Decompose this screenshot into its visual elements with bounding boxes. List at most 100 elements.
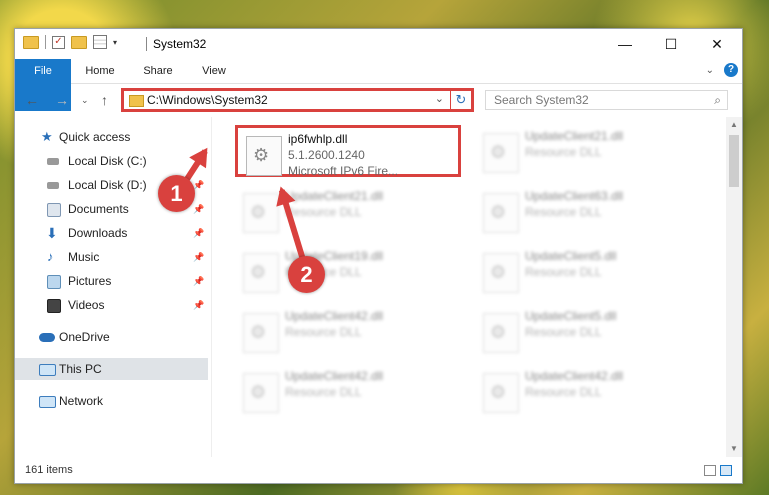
file-item[interactable]: UpdateClient5.dll Resource DLL [475,305,701,357]
sidebar-item-this-pc[interactable]: This PC [15,358,208,380]
customize-toolbar-chevron-icon[interactable]: ▾ [113,38,117,47]
folder-icon[interactable] [23,35,39,49]
file-name: UpdateClient63.dll [525,189,624,203]
ribbon-tabs: File Home Share View ⌄ ? [15,59,742,111]
file-name: ip6fwhlp.dll [288,132,348,146]
search-input[interactable]: Search System32 ⌕ [485,90,728,110]
minimize-button[interactable]: — [602,29,648,59]
vertical-scrollbar[interactable]: ▲ ▼ [726,117,742,457]
sidebar-item-label: Documents [68,202,129,216]
file-type: Resource DLL [525,325,602,339]
sidebar-item-label: Videos [68,298,105,312]
expand-ribbon-chevron-icon[interactable]: ⌄ [706,65,714,76]
title-bar: ✓ ▾ System32 — ☐ ✕ [15,29,742,59]
address-bar[interactable]: C:\Windows\System32 ⌄ ↻ [121,88,474,112]
pin-icon[interactable]: 📌 [193,270,204,292]
pin-icon[interactable]: 📌 [193,222,204,244]
annotation-marker-1: 1 [158,175,195,212]
new-folder-icon[interactable] [71,35,87,49]
sidebar-item-label: This PC [59,362,102,376]
sidebar-item-pictures[interactable]: Pictures 📌 [15,270,208,292]
file-item[interactable]: UpdateClient19.dll Resource DLL [235,245,461,297]
sidebar-item-network[interactable]: Network [15,390,208,412]
address-path[interactable]: C:\Windows\System32 [147,93,268,107]
file-description: Microsoft IPv6 Fire... [288,164,399,178]
up-arrow-icon[interactable]: ↑ [101,92,108,108]
view-toggle [704,465,732,476]
forward-arrow-icon[interactable]: → [55,92,69,108]
scroll-up-icon[interactable]: ▲ [726,117,742,133]
back-arrow-icon[interactable]: ← [25,92,39,108]
pin-icon[interactable]: 📌 [193,198,204,220]
refresh-icon[interactable]: ↻ [450,90,471,110]
sidebar-item-label: Local Disk (C:) [68,154,147,168]
ribbon-controls: ⌄ ? [706,63,738,77]
pin-icon[interactable]: 📌 [193,246,204,268]
address-dropdown-chevron-icon[interactable]: ⌄ [435,92,444,105]
sidebar-item-label: OneDrive [59,330,110,344]
pane-divider[interactable] [211,117,212,457]
sidebar-item-local-disk-c[interactable]: Local Disk (C:) 📌 [15,150,208,172]
sidebar-item-label: Quick access [59,130,131,144]
drive-icon [47,182,59,189]
dll-file-icon [483,133,519,173]
search-placeholder: Search System32 [494,93,589,107]
address-row: ← → ⌄ ↑ C:\Windows\System32 ⌄ ↻ Search S… [15,86,742,116]
tab-view[interactable]: View [191,59,237,83]
file-name: UpdateClient42.dll [525,369,624,383]
toolbar-divider [45,35,46,49]
file-item[interactable]: UpdateClient42.dll Resource DLL [235,365,461,417]
search-icon: ⌕ [714,93,721,107]
file-type: Resource DLL [525,265,602,279]
sidebar-item-label: Music [68,250,100,264]
title-divider [146,37,147,51]
dll-file-icon [243,313,279,353]
cloud-icon [39,333,55,342]
file-type: Resource DLL [285,385,362,399]
properties-icon[interactable] [93,35,107,49]
dll-file-icon [483,313,519,353]
sidebar-item-label: Pictures [68,274,112,288]
sidebar-item-downloads[interactable]: ⬇ Downloads 📌 [15,222,208,244]
file-type: Resource DLL [285,325,362,339]
file-type: Resource DLL [525,205,602,219]
pin-icon[interactable]: 📌 [193,294,204,316]
help-icon[interactable]: ? [724,63,738,77]
details-view-icon[interactable] [704,465,716,476]
annotation-marker-2: 2 [288,256,325,293]
maximize-button[interactable]: ☐ [648,29,694,59]
file-item[interactable]: UpdateClient63.dll Resource DLL [475,185,701,237]
file-item[interactable]: UpdateClient21.dll Resource DLL [235,185,461,237]
music-icon: ♪ [47,249,54,264]
window-title: System32 [153,37,207,51]
file-name: UpdateClient5.dll [525,309,617,323]
dll-file-icon [483,373,519,413]
scroll-thumb[interactable] [729,135,739,187]
tab-home[interactable]: Home [77,59,123,83]
tab-share[interactable]: Share [135,59,181,83]
status-bar: 161 items [15,459,742,483]
close-button[interactable]: ✕ [694,29,740,59]
file-item[interactable]: UpdateClient42.dll Resource DLL [475,365,701,417]
large-icons-view-icon[interactable] [720,465,732,476]
sidebar-item-onedrive[interactable]: OneDrive [15,326,208,348]
dll-file-icon [483,193,519,233]
file-item-ip6fwhlp[interactable]: ip6fwhlp.dll 5.1.2600.1240 Microsoft IPv… [235,125,461,178]
properties-check-icon[interactable]: ✓ [52,35,65,49]
file-type: Resource DLL [525,145,602,159]
file-name: UpdateClient21.dll [525,129,624,143]
sidebar-item-videos[interactable]: Videos 📌 [15,294,208,316]
file-item[interactable]: UpdateClient42.dll Resource DLL [235,305,461,357]
documents-icon [47,203,61,217]
sidebar-item-quick-access[interactable]: ★ Quick access [15,126,208,148]
file-item[interactable]: UpdateClient21.dll Resource DLL [475,125,701,177]
sidebar-item-music[interactable]: ♪ Music 📌 [15,246,208,268]
file-explorer-window: ✓ ▾ System32 — ☐ ✕ File Home Share View … [14,28,743,484]
scroll-down-icon[interactable]: ▼ [726,441,742,457]
star-icon: ★ [41,129,53,144]
recent-locations-chevron-icon[interactable]: ⌄ [81,95,89,106]
file-item[interactable]: UpdateClient5.dll Resource DLL [475,245,701,297]
navigation-pane: ★ Quick access Local Disk (C:) 📌 Local D… [15,122,208,458]
pictures-icon [47,275,61,289]
sidebar-item-label: Downloads [68,226,128,240]
